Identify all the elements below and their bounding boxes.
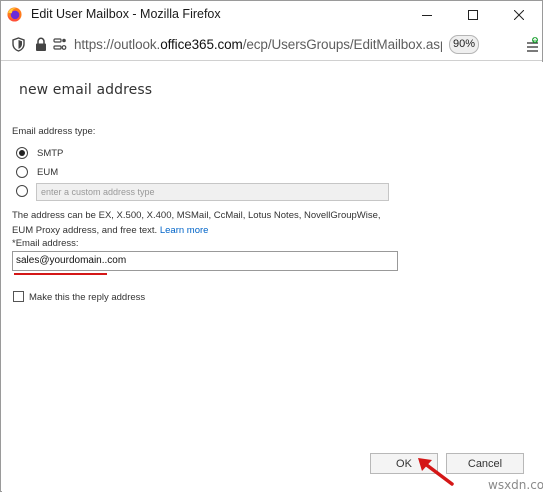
radio-eum[interactable] — [16, 166, 28, 178]
learn-more-link[interactable]: Learn more — [160, 225, 209, 236]
radio-eum-label[interactable]: EUM — [37, 167, 58, 178]
maximize-icon — [468, 10, 478, 20]
zoom-level-button[interactable]: 90% — [449, 35, 479, 54]
radio-custom[interactable] — [16, 185, 28, 197]
firefox-logo-icon — [7, 7, 22, 22]
url-text[interactable]: https://outlook.office365.com/ecp/UsersG… — [74, 37, 442, 52]
dialog-content: new email address Email address type: SM… — [2, 62, 543, 492]
watermark-text: wsxdn.com — [488, 478, 543, 492]
hamburger-menu-icon[interactable] — [527, 37, 539, 53]
radio-smtp[interactable] — [16, 147, 28, 159]
help-text: The address can be EX, X.500, X.400, MSM… — [12, 208, 392, 238]
annotation-arrow-icon — [418, 458, 454, 486]
cancel-button[interactable]: Cancel — [446, 453, 524, 474]
dialog-heading: new email address — [19, 82, 153, 98]
maximize-button[interactable] — [450, 1, 496, 29]
minimize-icon — [422, 15, 432, 16]
url-path: /ecp/UsersGroups/EditMailbox.aspx?Activ — [242, 37, 442, 52]
permissions-icon[interactable] — [53, 37, 67, 52]
lock-icon[interactable] — [35, 37, 47, 52]
shield-icon[interactable] — [12, 37, 25, 52]
address-type-label: Email address type: — [12, 126, 96, 137]
url-bar: https://outlook.office365.com/ecp/UsersG… — [1, 29, 542, 61]
close-icon — [514, 10, 524, 20]
title-bar: Edit User Mailbox - Mozilla Firefox — [1, 1, 542, 29]
reply-address-checkbox[interactable] — [13, 291, 24, 302]
email-address-label: *Email address: — [12, 238, 79, 249]
window-title: Edit User Mailbox - Mozilla Firefox — [31, 7, 221, 21]
close-window-button[interactable] — [496, 1, 542, 29]
reply-address-label[interactable]: Make this the reply address — [29, 292, 145, 303]
email-address-input[interactable]: sales@yourdomain..com — [12, 251, 398, 271]
minimize-button[interactable] — [404, 1, 450, 29]
custom-address-type-input[interactable]: enter a custom address type — [36, 183, 389, 201]
radio-smtp-label[interactable]: SMTP — [37, 148, 63, 159]
annotation-underline — [14, 273, 107, 275]
browser-window: Edit User Mailbox - Mozilla Firefox http… — [0, 0, 543, 492]
url-domain: office365.com — [160, 37, 243, 52]
url-prefix: https://outlook. — [74, 37, 161, 52]
